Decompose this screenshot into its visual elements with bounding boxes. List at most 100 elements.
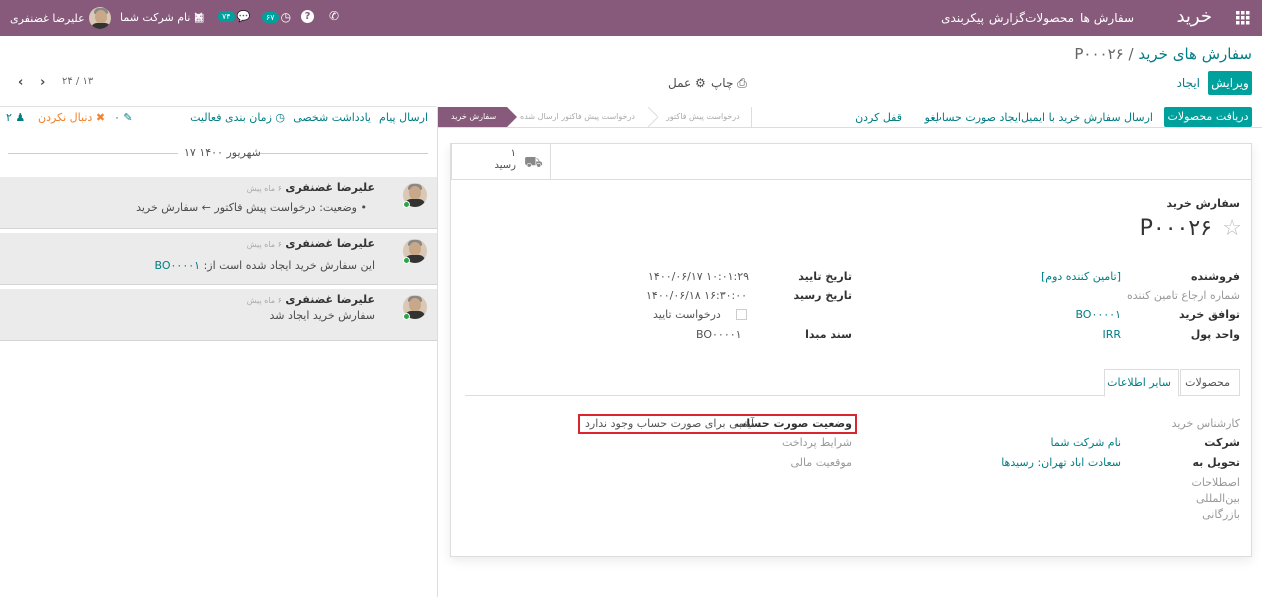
tab-products-label: محصولات: [1185, 376, 1230, 389]
close-icon: ✖: [95, 111, 106, 124]
menu-reporting[interactable]: گزارش: [989, 11, 1025, 25]
pager-next-icon[interactable]: ›: [40, 75, 45, 90]
status-rfq-sent[interactable]: درخواست پیش فاکتور ارسال شده: [520, 112, 635, 121]
clock-icon: ◷: [280, 10, 292, 24]
message-author[interactable]: علیرضا غضنفری: [285, 237, 375, 250]
lock-button[interactable]: قفل کردن: [855, 111, 902, 124]
message-body-link[interactable]: BO۰۰۰۰۱: [155, 259, 201, 272]
breadcrumb-current: P۰۰۰۲۶: [1074, 45, 1124, 63]
send-message-button[interactable]: ارسال پیام: [379, 111, 428, 124]
paperclip-icon: ✎: [123, 111, 133, 124]
create-bill-button[interactable]: ایجاد صورت حساب: [932, 111, 1021, 124]
payment-terms-label: شرایط پرداخت: [781, 436, 852, 449]
followers-button[interactable]: ♟ ۲: [6, 111, 25, 124]
date-separator: ۱۷ شهریور ۱۴۰۰: [184, 146, 261, 159]
source-label: سند مبدا: [805, 328, 852, 341]
breadcrumb-parent[interactable]: سفارش های خرید: [1138, 45, 1252, 63]
deliver-to-value[interactable]: سعادت اباد تهران: رسیدها: [1001, 456, 1121, 469]
tab-other-info-label: سایر اطلاعات: [1107, 376, 1171, 389]
messages-badge: ۷۴: [218, 11, 235, 22]
print-menu[interactable]: ⎙ چاپ: [711, 76, 747, 91]
attachments-count: ۰: [114, 111, 120, 124]
doc-type-label: سفارش خرید: [1166, 197, 1240, 210]
buyer-label: کارشناس خرید: [1171, 417, 1240, 430]
form-sheet: [450, 143, 1252, 557]
message-author[interactable]: علیرضا غضنفری: [285, 293, 375, 306]
message-time: ۶ ماه پیش: [246, 296, 282, 305]
online-status-dot: [403, 201, 410, 208]
action-menu[interactable]: ⚙ عمل: [668, 76, 706, 90]
ask-confirmation-label: درخواست تایید: [653, 308, 721, 321]
receipts-count: ۱: [510, 148, 516, 159]
chat-icon: 💬: [236, 10, 251, 23]
ask-confirmation-checkbox[interactable]: [736, 309, 747, 320]
phone-icon[interactable]: ✆: [329, 9, 339, 23]
pager-value[interactable]: ۲۴ / ۱۳: [62, 76, 93, 87]
edit-button[interactable]: ویرایش: [1208, 71, 1252, 95]
button-box-divider: [451, 179, 1251, 180]
message-body: این سفارش خرید ایجاد شده است از: BO۰۰۰۰۱: [155, 259, 375, 272]
status-purchase-order-label: سفارش خرید: [451, 112, 497, 121]
status-arrow: [507, 107, 517, 127]
receipt-date-label: تاریخ رسید: [793, 289, 852, 302]
clock-icon: ◷: [275, 111, 285, 124]
activities-menu[interactable]: ۶۷ ◷: [262, 10, 291, 24]
company-value[interactable]: نام شرکت شما: [1051, 436, 1121, 449]
agreement-label: توافق خرید: [1179, 308, 1240, 321]
truck-icon: ⛟: [524, 153, 543, 171]
vendor-ref-label: شماره ارجاع تامین کننده: [1127, 289, 1240, 302]
company-label: شرکت: [1204, 436, 1240, 449]
log-note-button[interactable]: یادداشت شخصی: [293, 111, 371, 124]
currency-value[interactable]: IRR: [1102, 328, 1121, 341]
app-title[interactable]: خرید: [1176, 6, 1212, 27]
gear-icon: ⚙: [695, 76, 706, 90]
online-status-dot: [403, 313, 410, 320]
cancel-button[interactable]: لغو: [925, 111, 939, 124]
menu-products[interactable]: محصولات: [1025, 11, 1074, 25]
bullet: •: [360, 201, 368, 214]
vendor-label: فروشنده: [1190, 270, 1240, 283]
currency-label: واحد پول: [1190, 328, 1240, 341]
action-label: عمل: [668, 76, 692, 90]
receipts-smart-button[interactable]: ⛟ ۱ رسید: [451, 144, 551, 179]
agreement-value[interactable]: BO۰۰۰۰۱: [1075, 308, 1121, 321]
tab-products[interactable]: محصولات: [1180, 369, 1240, 396]
approval-date-label: تاریخ تایید: [798, 270, 852, 283]
message-time: ۶ ماه پیش: [246, 184, 282, 193]
schedule-activity-label: زمان بندی فعالیت: [190, 111, 272, 124]
breadcrumb-separator: /: [1128, 45, 1134, 63]
user-name: علیرضا غضنفری: [10, 11, 85, 25]
receive-products-button[interactable]: دریافت محصولات: [1164, 107, 1252, 127]
attachments-button[interactable]: ✎ ۰: [114, 111, 133, 124]
message-header: علیرضا غضنفری ۶ ماه پیش: [247, 293, 375, 306]
menu-configuration[interactable]: پیکربندی: [941, 11, 984, 25]
vendor-value[interactable]: [تامین کننده دوم]: [1041, 270, 1121, 283]
help-icon[interactable]: ?: [301, 10, 314, 23]
billing-status-value: آیتمی برای صورت حساب وجود ندارد: [585, 417, 755, 430]
debug-tools-icon[interactable]: ✕: [193, 10, 204, 25]
send-email-button[interactable]: ارسال سفارش خرید با ایمیل: [1021, 111, 1153, 124]
message-author[interactable]: علیرضا غضنفری: [285, 181, 375, 194]
status-rfq[interactable]: درخواست پیش فاکتور: [666, 112, 740, 121]
apps-menu-icon[interactable]: [1236, 11, 1250, 25]
messages-menu[interactable]: ۷۴ 💬: [218, 10, 250, 23]
schedule-activity-button[interactable]: ◷ زمان بندی فعالیت: [190, 111, 285, 124]
status-arrow-2: [648, 107, 658, 127]
pager-previous-icon[interactable]: ‹: [18, 75, 23, 90]
followers-count: ۲: [6, 111, 12, 124]
star-icon[interactable]: ☆: [1222, 216, 1242, 241]
chatter-message: علیرضا غضنفری ۶ ماه پیش • وضعیت: درخواست…: [0, 177, 437, 229]
deliver-to-label: تحویل به: [1192, 456, 1240, 469]
create-button[interactable]: ایجاد: [1177, 76, 1200, 90]
tab-other-info[interactable]: سایر اطلاعات: [1104, 369, 1179, 397]
status-purchase-order[interactable]: سفارش خرید: [437, 107, 507, 127]
chatter-divider: [437, 107, 438, 597]
incoterm-label: اصطلاحات بین‌المللی بازرگانی: [1191, 476, 1241, 521]
unfollow-button[interactable]: ✖ دنبال نکردن: [38, 111, 105, 124]
top-navbar: خرید سفارش ها محصولات گزارش پیکربندی علی…: [0, 0, 1262, 36]
menu-orders[interactable]: سفارش ها: [1080, 11, 1134, 25]
company-switcher[interactable]: ▦ نام شرکت شما: [120, 11, 204, 24]
receipts-label: رسید: [494, 160, 516, 171]
user-menu[interactable]: علیرضا غضنفری: [10, 7, 111, 29]
user-avatar: [88, 7, 111, 29]
